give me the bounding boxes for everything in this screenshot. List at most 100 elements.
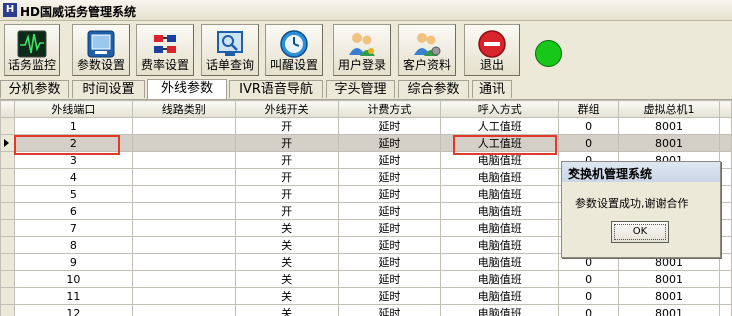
row-header[interactable] xyxy=(0,270,15,288)
row-header[interactable] xyxy=(0,253,15,271)
cell-billing-mode[interactable]: 延时 xyxy=(337,168,442,186)
cell-group[interactable]: 0 xyxy=(558,304,620,316)
cell-line-type[interactable] xyxy=(131,168,236,186)
traffic-monitor-button[interactable]: 话务监控 xyxy=(4,24,60,76)
cell-billing-mode[interactable]: 延时 xyxy=(337,151,442,169)
cell-line-type[interactable] xyxy=(131,287,236,305)
cell-virtual-operator[interactable]: 8001 xyxy=(618,304,720,316)
cell-trunk-port[interactable]: 1 xyxy=(13,117,133,135)
wakeup-settings-button[interactable]: 叫醒设置 xyxy=(265,24,323,76)
cell-line-type[interactable] xyxy=(131,134,236,152)
col-header-inbound-mode[interactable]: 呼入方式 xyxy=(440,100,560,118)
cell-line-type[interactable] xyxy=(131,117,236,135)
col-header-group[interactable]: 群组 xyxy=(558,100,620,118)
cell-trunk-switch[interactable]: 关 xyxy=(234,219,339,237)
cell-inbound-mode[interactable]: 电脑值班 xyxy=(440,202,560,220)
cell-inbound-mode[interactable]: 电脑值班 xyxy=(440,168,560,186)
row-header[interactable] xyxy=(0,202,15,220)
table-row[interactable]: 10 关延时 电脑值班 0 8001 xyxy=(0,270,732,288)
row-header[interactable] xyxy=(0,117,15,135)
cell-inbound-mode[interactable]: 电脑值班 xyxy=(440,185,560,203)
cell-inbound-mode[interactable]: 人工值班 xyxy=(440,117,560,135)
cell-trunk-switch[interactable]: 关 xyxy=(234,253,339,271)
cell-trunk-switch[interactable]: 关 xyxy=(234,304,339,316)
cell-line-type[interactable] xyxy=(131,253,236,271)
cell-trunk-switch[interactable]: 关 xyxy=(234,287,339,305)
bill-query-button[interactable]: 话单查询 xyxy=(201,24,259,76)
cell-group[interactable]: 0 xyxy=(558,117,620,135)
cell-trunk-switch[interactable]: 开 xyxy=(234,202,339,220)
col-header-line-type[interactable]: 线路类别 xyxy=(131,100,236,118)
tab-general-params[interactable]: 综合参数 xyxy=(398,80,469,98)
row-header[interactable] xyxy=(0,168,15,186)
col-header-trunk-switch[interactable]: 外线开关 xyxy=(234,100,339,118)
cell-trunk-switch[interactable]: 开 xyxy=(234,117,339,135)
param-settings-button[interactable]: 参数设置 xyxy=(72,24,130,76)
cell-trunk-switch[interactable]: 开 xyxy=(234,151,339,169)
cell-line-type[interactable] xyxy=(131,236,236,254)
tab-communication[interactable]: 通讯 xyxy=(472,80,512,98)
cell-billing-mode[interactable]: 延时 xyxy=(337,185,442,203)
cell-virtual-operator[interactable]: 8001 xyxy=(618,117,720,135)
cell-trunk-port[interactable]: 12 xyxy=(13,304,133,316)
row-header[interactable] xyxy=(0,185,15,203)
row-header[interactable] xyxy=(0,236,15,254)
tab-ivr-navigation[interactable]: IVR语音导航 xyxy=(229,80,323,98)
table-row[interactable]: 12 关延时 电脑值班 0 8001 xyxy=(0,304,732,316)
user-login-button[interactable]: 用户登录 xyxy=(333,24,391,76)
cell-trunk-port[interactable]: 8 xyxy=(13,236,133,254)
cell-billing-mode[interactable]: 延时 xyxy=(337,236,442,254)
cell-trunk-switch[interactable]: 关 xyxy=(234,236,339,254)
cell-line-type[interactable] xyxy=(131,202,236,220)
cell-line-type[interactable] xyxy=(131,219,236,237)
cell-billing-mode[interactable]: 延时 xyxy=(337,253,442,271)
customer-info-button[interactable]: 客户资料 xyxy=(398,24,456,76)
cell-virtual-operator[interactable]: 8001 xyxy=(618,270,720,288)
cell-trunk-port[interactable]: 5 xyxy=(13,185,133,203)
cell-line-type[interactable] xyxy=(131,304,236,316)
table-row[interactable]: 1 开延时 人工值班 0 8001 xyxy=(0,117,732,135)
cell-inbound-mode[interactable]: 电脑值班 xyxy=(440,236,560,254)
cell-virtual-operator[interactable]: 8001 xyxy=(618,134,720,152)
cell-virtual-operator[interactable]: 8001 xyxy=(618,287,720,305)
cell-trunk-port[interactable]: 10 xyxy=(13,270,133,288)
cell-inbound-mode[interactable]: 电脑值班 xyxy=(440,304,560,316)
row-header[interactable] xyxy=(0,134,15,152)
cell-billing-mode[interactable]: 延时 xyxy=(337,219,442,237)
close-icon[interactable]: ✕ xyxy=(568,165,578,179)
cell-billing-mode[interactable]: 延时 xyxy=(337,287,442,305)
tab-prefix-management[interactable]: 字头管理 xyxy=(326,80,395,98)
cell-trunk-port[interactable]: 6 xyxy=(13,202,133,220)
col-header-virtual-operator[interactable]: 虚拟总机1 xyxy=(618,100,720,118)
cell-trunk-port[interactable]: 11 xyxy=(13,287,133,305)
table-row[interactable]: 11 关延时 电脑值班 0 8001 xyxy=(0,287,732,305)
cell-line-type[interactable] xyxy=(131,151,236,169)
cell-inbound-mode[interactable]: 电脑值班 xyxy=(440,219,560,237)
exit-button[interactable]: 退出 xyxy=(464,24,520,76)
cell-group[interactable]: 0 xyxy=(558,287,620,305)
cell-group[interactable]: 0 xyxy=(558,134,620,152)
row-header[interactable] xyxy=(0,304,15,316)
tab-extension-params[interactable]: 分机参数 xyxy=(0,80,69,98)
tab-time-settings[interactable]: 时间设置 xyxy=(72,80,145,98)
cell-inbound-mode[interactable]: 电脑值班 xyxy=(440,253,560,271)
ok-button[interactable]: OK xyxy=(611,221,669,243)
cell-billing-mode[interactable]: 延时 xyxy=(337,134,442,152)
cell-trunk-port[interactable]: 9 xyxy=(13,253,133,271)
cell-trunk-port[interactable]: 7 xyxy=(13,219,133,237)
col-header-billing-mode[interactable]: 计费方式 xyxy=(337,100,442,118)
cell-line-type[interactable] xyxy=(131,185,236,203)
col-header-trunk-port[interactable]: 外线端口 xyxy=(13,100,133,118)
cell-trunk-switch[interactable]: 开 xyxy=(234,134,339,152)
cell-trunk-port[interactable]: 4 xyxy=(13,168,133,186)
cell-inbound-mode[interactable]: 电脑值班 xyxy=(440,270,560,288)
cell-group[interactable]: 0 xyxy=(558,270,620,288)
tab-trunk-params[interactable]: 外线参数 xyxy=(147,79,227,99)
cell-trunk-switch[interactable]: 开 xyxy=(234,168,339,186)
row-header[interactable] xyxy=(0,151,15,169)
cell-billing-mode[interactable]: 延时 xyxy=(337,304,442,316)
cell-billing-mode[interactable]: 延时 xyxy=(337,270,442,288)
row-header[interactable] xyxy=(0,219,15,237)
row-header[interactable] xyxy=(0,287,15,305)
cell-inbound-mode[interactable]: 电脑值班 xyxy=(440,287,560,305)
